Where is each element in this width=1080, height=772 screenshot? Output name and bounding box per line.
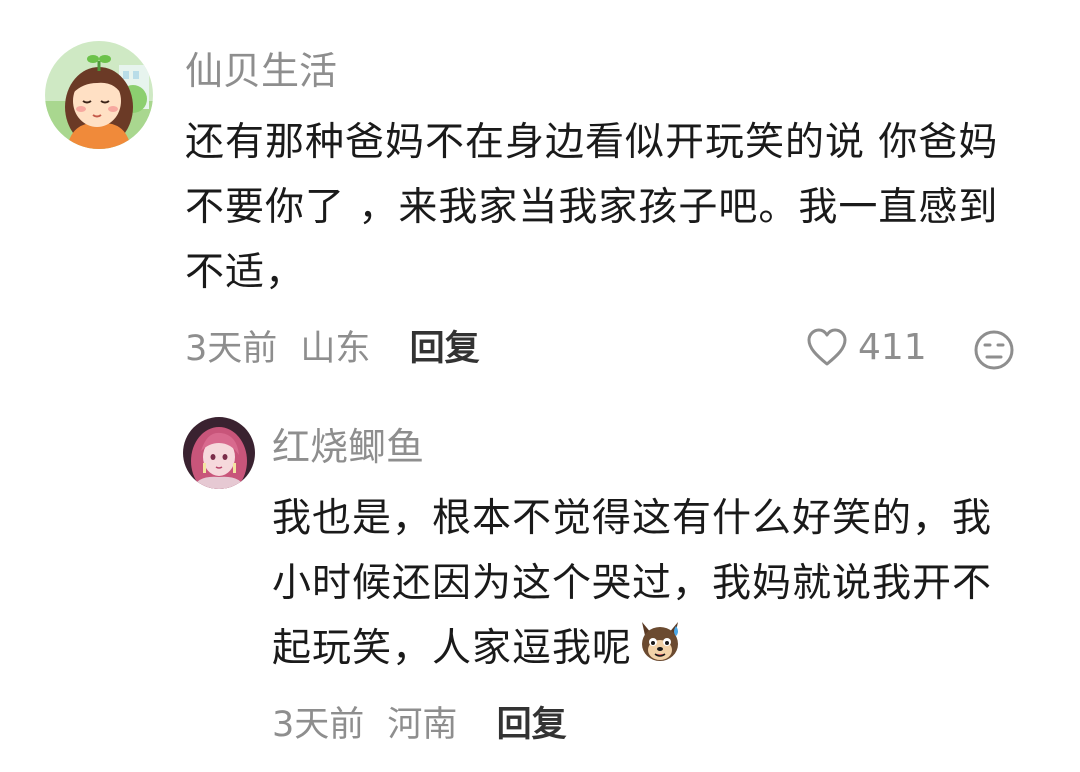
comment-meta: 3天前 山东 回复 [185, 332, 480, 367]
avatar[interactable] [45, 41, 153, 149]
reply-button[interactable]: 回复 [410, 332, 480, 367]
avatar[interactable] [183, 417, 255, 489]
reply-button[interactable]: 回复 [497, 708, 567, 743]
comment-text-line: 还有那种爸妈不在身边看似开玩笑的说 你爸妈 [185, 120, 999, 165]
username[interactable]: 红烧鲫鱼 [272, 428, 424, 466]
reply-text-line: 我也是，根本不觉得这有什么好笑的，我 [272, 496, 993, 541]
girl-avatar-icon [45, 41, 153, 149]
reply-text-line: 小时候还因为这个哭过，我妈就说我开不 [272, 561, 993, 606]
timestamp: 3天前 [185, 329, 278, 369]
reply-text-line: 起玩笑，人家逗我呢 [272, 616, 1062, 684]
reply-text-line-content: 起玩笑，人家逗我呢 [272, 626, 633, 671]
reply-meta: 3天前 河南 回复 [272, 708, 567, 743]
unhappy-face-icon [974, 330, 1014, 370]
comment-text: 还有那种爸妈不在身边看似开玩笑的说 你爸妈 不要你了 ，来我家当我家孩子吧。我一… [185, 110, 1055, 305]
username[interactable]: 仙贝生活 [185, 52, 337, 90]
dislike-button[interactable] [973, 329, 1015, 375]
heart-outline-icon [807, 328, 847, 366]
location: 河南 [387, 705, 458, 745]
like-count: 411 [858, 327, 927, 368]
comment-text-line: 不适， [185, 250, 306, 295]
comment-text-line: 不要你了 ，来我家当我家孩子吧。我一直感到 [185, 185, 999, 230]
dog-sweat-emoji-icon [636, 618, 684, 684]
location: 山东 [300, 329, 371, 369]
anime-girl-avatar-icon [183, 417, 255, 489]
reply-text: 我也是，根本不觉得这有什么好笑的，我 小时候还因为这个哭过，我妈就说我开不 起玩… [272, 486, 1062, 684]
timestamp: 3天前 [272, 705, 365, 745]
like-button[interactable]: 411 [806, 328, 927, 368]
